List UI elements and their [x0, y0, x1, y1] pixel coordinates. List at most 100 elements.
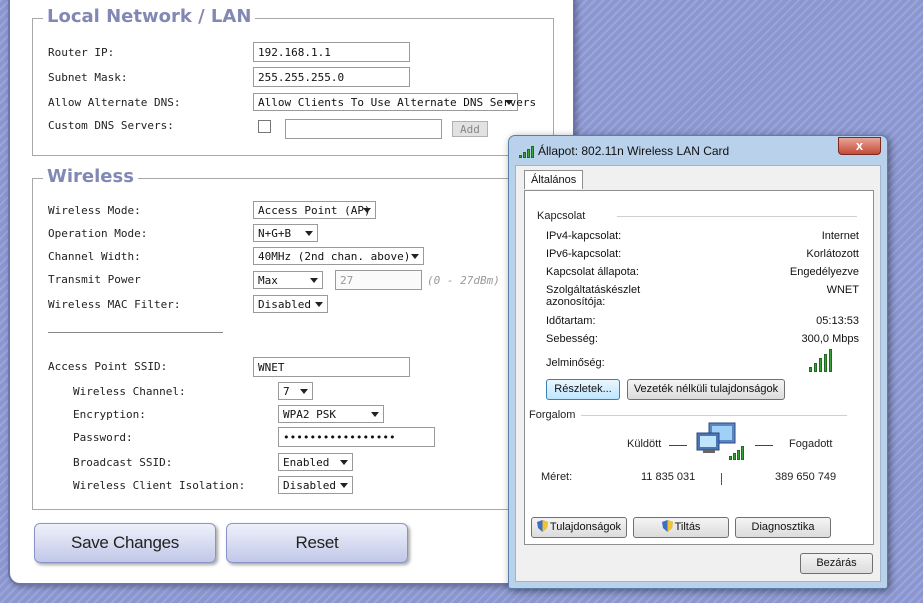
add-dns-button[interactable]: Add: [452, 121, 488, 137]
client-isolation-value: Disabled: [283, 479, 336, 492]
wireless-legend: Wireless: [43, 166, 138, 187]
uac-shield-icon: [661, 520, 673, 532]
tab-page: Kapcsolat IPv4-kapcsolat: Internet IPv6-…: [524, 190, 874, 545]
chevron-down-icon: [300, 389, 308, 394]
channel-width-select[interactable]: 40MHz (2nd chan. above): [253, 247, 424, 265]
router-ip-input[interactable]: 192.168.1.1: [253, 42, 410, 62]
channel-width-label: Channel Width:: [48, 250, 141, 263]
chevron-down-icon: [340, 483, 348, 488]
traffic-group-label: Forgalom: [529, 409, 576, 421]
speed-value: 300,0 Mbps: [801, 333, 859, 345]
custom-dns-input[interactable]: [285, 119, 442, 139]
reset-button[interactable]: Reset: [226, 523, 408, 563]
lan-legend: Local Network / LAN: [43, 6, 256, 27]
encryption-value: WPA2 PSK: [283, 408, 336, 421]
signal-bar: [829, 349, 832, 372]
close-icon: x: [855, 138, 864, 153]
tab-general[interactable]: Általános: [524, 170, 584, 189]
diagnose-button[interactable]: Diagnosztika: [735, 517, 831, 538]
broadcast-ssid-select[interactable]: Enabled: [278, 453, 353, 471]
channel-width-value: 40MHz (2nd chan. above): [258, 250, 411, 263]
connection-state-label: Kapcsolat állapota:: [546, 266, 639, 278]
chevron-down-icon: [310, 278, 318, 283]
group-divider: [617, 216, 857, 217]
broadcast-ssid-value: Enabled: [283, 456, 330, 469]
chevron-down-icon: [315, 302, 323, 307]
router-settings-panel: Local Network / LAN Router IP: 192.168.1…: [8, 0, 575, 585]
ipv6-value: Korlátozott: [806, 248, 859, 260]
dialog-body: Általános Kapcsolat IPv4-kapcsolat: Inte…: [515, 165, 881, 582]
signal-quality-icon: [809, 348, 837, 372]
transmit-power-input[interactable]: 27: [335, 270, 422, 290]
ipv4-value: Internet: [821, 230, 859, 242]
ssid-label: Szolgáltatáskészlet azonosítója:: [546, 284, 641, 308]
speed-label: Sebesség:: [546, 333, 598, 345]
close-button[interactable]: x: [838, 137, 881, 155]
size-label: Méret:: [541, 471, 573, 483]
signal-bar: [819, 358, 822, 372]
duration-value: 05:13:53: [816, 315, 859, 327]
transmit-power-hint: (0 - 27dBm): [427, 274, 500, 287]
signal-bar: [814, 362, 817, 372]
ssid-input[interactable]: WNET: [253, 357, 410, 377]
activity-bars-icon: [729, 446, 747, 460]
chevron-down-icon: [340, 460, 348, 465]
status-dialog: Állapot: 802.11n Wireless LAN Card x Ált…: [508, 135, 888, 589]
password-input[interactable]: •••••••••••••••••: [278, 427, 435, 447]
wireless-channel-label: Wireless Channel:: [73, 385, 186, 398]
password-label: Password:: [73, 431, 133, 444]
ssid-label: Access Point SSID:: [48, 360, 168, 373]
ssid-value: WNET: [826, 284, 859, 296]
alt-dns-label: Allow Alternate DNS:: [48, 96, 181, 109]
broadcast-ssid-label: Broadcast SSID:: [73, 456, 173, 469]
signal-bar: [824, 353, 827, 372]
sent-bytes: 11 835 031: [641, 471, 696, 483]
duration-label: Időtartam:: [546, 315, 596, 327]
disable-label: Tiltás: [674, 521, 701, 533]
properties-button[interactable]: Tulajdonságok: [531, 517, 627, 538]
custom-dns-checkbox[interactable]: [258, 120, 271, 133]
encryption-select[interactable]: WPA2 PSK: [278, 405, 384, 423]
details-button[interactable]: Részletek...: [546, 379, 620, 400]
custom-dns-label: Custom DNS Servers:: [48, 119, 174, 132]
wireless-mode-select[interactable]: Access Point (AP): [253, 201, 376, 219]
dialog-close-button[interactable]: Bezárás: [800, 553, 873, 574]
wireless-channel-value: 7: [283, 385, 290, 398]
mac-filter-label: Wireless MAC Filter:: [48, 298, 181, 311]
transmit-power-value: Max: [258, 274, 278, 287]
chevron-down-icon: [305, 231, 313, 236]
wireless-channel-select[interactable]: 7: [278, 382, 313, 400]
received-label: Fogadott: [789, 438, 833, 450]
sent-line: [669, 445, 687, 446]
transmit-power-select[interactable]: Max: [253, 271, 323, 289]
client-isolation-label: Wireless Client Isolation:: [73, 479, 246, 492]
transmit-power-label: Transmit Power: [48, 273, 141, 286]
alt-dns-value: Allow Clients To Use Alternate DNS Serve…: [258, 96, 537, 109]
wireless-mode-label: Wireless Mode:: [48, 204, 141, 217]
mac-filter-select[interactable]: Disabled: [253, 295, 328, 313]
received-line: [755, 445, 773, 446]
ipv4-label: IPv4-kapcsolat:: [546, 230, 622, 242]
chevron-down-icon: [411, 254, 419, 259]
received-bytes: 389 650 749: [775, 471, 837, 483]
properties-label: Tulajdonságok: [549, 521, 622, 533]
wireless-properties-button[interactable]: Vezeték nélküli tulajdonságok: [627, 379, 785, 400]
traffic-divider: [721, 473, 722, 485]
alt-dns-select[interactable]: Allow Clients To Use Alternate DNS Serve…: [253, 93, 536, 111]
ipv6-label: IPv6-kapcsolat:: [546, 248, 622, 260]
save-changes-button[interactable]: Save Changes: [34, 523, 216, 563]
chevron-down-icon: [371, 412, 379, 417]
signal-bar: [809, 367, 812, 372]
encryption-label: Encryption:: [73, 408, 146, 421]
operation-mode-select[interactable]: N+G+B: [253, 224, 318, 242]
disable-button[interactable]: Tiltás: [633, 517, 729, 538]
chevron-down-icon: [363, 208, 371, 213]
client-isolation-select[interactable]: Disabled: [278, 476, 353, 494]
section-divider: [48, 332, 223, 333]
group-divider: [581, 415, 847, 416]
signal-bars-icon: [519, 146, 535, 158]
connection-group-label: Kapcsolat: [537, 210, 586, 222]
subnet-mask-input[interactable]: 255.255.255.0: [253, 67, 410, 87]
chevron-down-icon: [505, 100, 513, 105]
signal-quality-label: Jelminőség:: [546, 357, 605, 369]
